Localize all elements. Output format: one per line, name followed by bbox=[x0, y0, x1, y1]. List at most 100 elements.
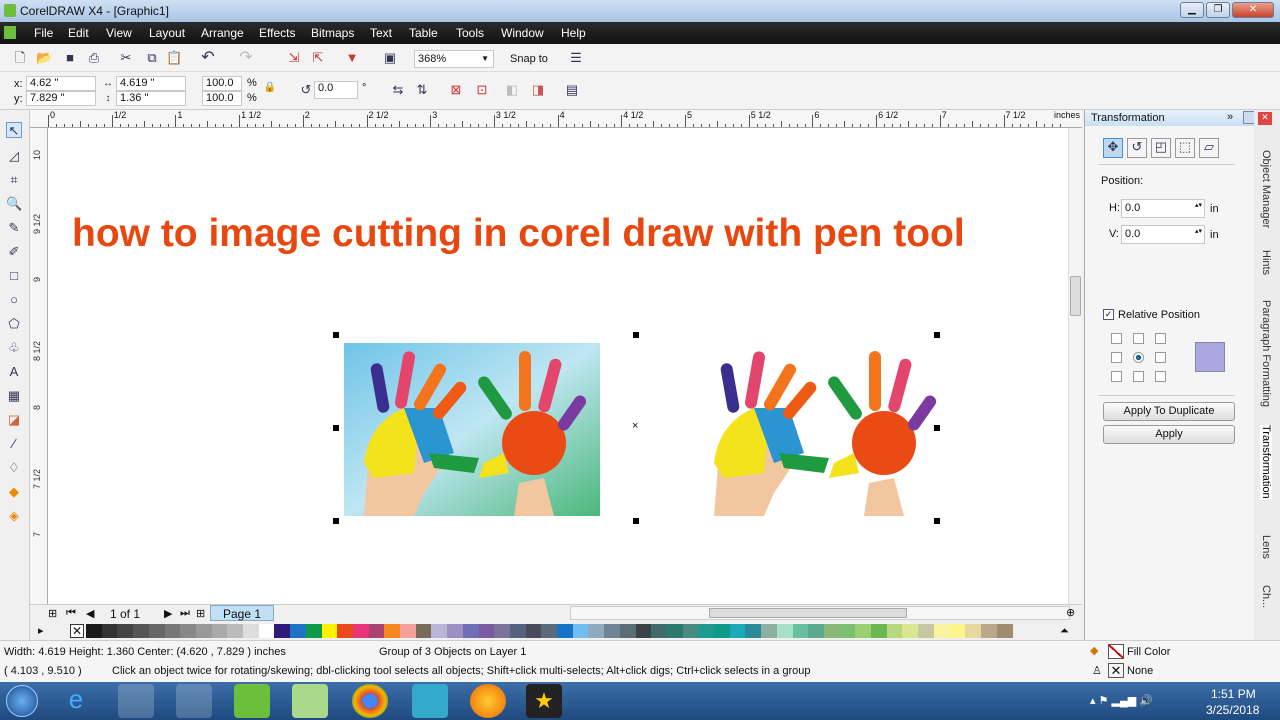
add-page-before-icon[interactable]: ⊞ bbox=[48, 607, 57, 620]
expand-icon[interactable]: » bbox=[1227, 111, 1233, 123]
color-swatch[interactable] bbox=[871, 624, 887, 638]
add-page-after-icon[interactable]: ⊞ bbox=[196, 607, 205, 620]
internet-explorer-icon[interactable]: e bbox=[58, 684, 94, 718]
prev-page-icon[interactable]: ◀ bbox=[86, 607, 94, 620]
color-swatch[interactable] bbox=[86, 624, 102, 638]
smart-fill-icon[interactable]: ✐ bbox=[6, 244, 22, 260]
color-swatch[interactable] bbox=[761, 624, 778, 638]
tab-hints[interactable]: Hints bbox=[1260, 250, 1272, 275]
open-icon[interactable]: 📂 bbox=[36, 50, 52, 66]
zoom-level-select[interactable]: 368% ▼ bbox=[414, 50, 494, 68]
welcome-icon[interactable]: ▣ bbox=[382, 50, 398, 66]
menu-table[interactable]: Table bbox=[409, 26, 438, 40]
selection-handle[interactable] bbox=[333, 332, 339, 338]
color-swatch[interactable] bbox=[996, 624, 1013, 638]
skew-mode-icon[interactable]: ▱ bbox=[1199, 138, 1219, 158]
menu-layout[interactable]: Layout bbox=[149, 26, 185, 40]
freehand-tool-icon[interactable]: ✎ bbox=[6, 220, 22, 236]
color-swatch[interactable] bbox=[384, 624, 401, 638]
selection-handle[interactable] bbox=[633, 332, 639, 338]
mirror-vertical-icon[interactable]: ⇅ bbox=[414, 82, 430, 98]
apply-to-duplicate-button[interactable]: Apply To Duplicate bbox=[1103, 402, 1235, 421]
mirror-horizontal-icon[interactable]: ⇆ bbox=[390, 82, 406, 98]
file-explorer-icon[interactable] bbox=[118, 684, 154, 718]
menu-text[interactable]: Text bbox=[370, 26, 392, 40]
color-swatch[interactable] bbox=[557, 624, 573, 638]
no-color-swatch[interactable]: ✕ bbox=[70, 624, 84, 638]
color-swatch[interactable] bbox=[745, 624, 762, 638]
anchor-checkbox[interactable] bbox=[1155, 371, 1166, 382]
copy-icon[interactable]: ⧉ bbox=[144, 50, 160, 66]
firefox-icon[interactable] bbox=[470, 684, 506, 718]
color-swatch[interactable] bbox=[478, 624, 495, 638]
tab-page-1[interactable]: Page 1 bbox=[210, 605, 274, 621]
color-swatch[interactable] bbox=[698, 624, 715, 638]
pick-tool-icon[interactable]: ↖ bbox=[6, 122, 22, 138]
color-swatch[interactable] bbox=[729, 624, 746, 638]
menu-help[interactable]: Help bbox=[561, 26, 586, 40]
color-swatch[interactable] bbox=[290, 624, 307, 638]
selection-handle[interactable] bbox=[333, 518, 339, 524]
zoom-tool-icon[interactable]: 🔍 bbox=[6, 196, 22, 212]
color-swatch[interactable] bbox=[808, 624, 825, 638]
anchor-checkbox[interactable] bbox=[1155, 352, 1166, 363]
apply-button[interactable]: Apply bbox=[1103, 425, 1235, 444]
color-swatch[interactable] bbox=[965, 624, 982, 638]
tab-object-manager[interactable]: Object Manager bbox=[1260, 150, 1272, 228]
close-docker-button[interactable]: ✕ bbox=[1258, 112, 1272, 125]
color-swatch[interactable] bbox=[509, 624, 526, 638]
ellipse-tool-icon[interactable]: ○ bbox=[6, 292, 22, 308]
color-swatch[interactable] bbox=[462, 624, 479, 638]
anchor-checkbox[interactable] bbox=[1133, 371, 1144, 382]
crop-tool-icon[interactable]: ⌗ bbox=[6, 172, 22, 188]
anchor-checkbox[interactable] bbox=[1111, 352, 1122, 363]
selection-handle[interactable] bbox=[934, 425, 940, 431]
ungroup-icon[interactable]: ⊠ bbox=[448, 82, 464, 98]
color-swatch[interactable] bbox=[400, 624, 416, 638]
anchor-checkbox[interactable] bbox=[1155, 333, 1166, 344]
polygon-tool-icon[interactable]: ⬠ bbox=[6, 316, 22, 332]
anchor-checkbox[interactable] bbox=[1111, 333, 1122, 344]
palette-scroll-icon[interactable]: ▸ bbox=[38, 624, 44, 637]
combine-icon[interactable]: ◧ bbox=[504, 82, 520, 98]
selection-handle[interactable] bbox=[333, 425, 339, 431]
color-swatch[interactable] bbox=[148, 624, 165, 638]
color-swatch[interactable] bbox=[243, 624, 259, 638]
last-page-icon[interactable]: ⏭ bbox=[180, 607, 190, 620]
cut-icon[interactable]: ✂ bbox=[118, 50, 134, 66]
horizontal-scrollbar[interactable] bbox=[570, 606, 1070, 620]
vertical-scrollbar[interactable] bbox=[1068, 128, 1082, 604]
vertical-ruler[interactable]: 10 9 1/2 9 8 1/2 8 7 1/2 7 bbox=[30, 128, 48, 604]
snipping-tool-icon[interactable] bbox=[412, 684, 448, 718]
coreldraw-icon[interactable] bbox=[292, 684, 328, 718]
color-swatch[interactable] bbox=[258, 624, 275, 638]
color-swatch[interactable] bbox=[604, 624, 621, 638]
y-position-input[interactable]: 7.829 " bbox=[26, 91, 96, 106]
relative-position-checkbox[interactable]: ✓ bbox=[1103, 309, 1114, 320]
import-icon[interactable]: ⇲ bbox=[286, 50, 302, 66]
minimize-button[interactable]: ▁ bbox=[1180, 2, 1204, 18]
anchor-center-radio[interactable] bbox=[1133, 352, 1144, 363]
color-swatch[interactable] bbox=[321, 624, 338, 638]
chrome-icon[interactable] bbox=[352, 684, 388, 718]
position-mode-icon[interactable]: ✥ bbox=[1103, 138, 1123, 158]
paste-icon[interactable]: 📋 bbox=[166, 50, 182, 66]
color-swatch[interactable] bbox=[180, 624, 197, 638]
tab-paragraph-formatting[interactable]: Paragraph Formatting bbox=[1260, 300, 1272, 407]
color-swatch[interactable] bbox=[949, 624, 966, 638]
tray-icons[interactable]: ▴ ⚑ ▂▄▆ 🔊 bbox=[1090, 694, 1153, 707]
color-swatch[interactable] bbox=[117, 624, 134, 638]
color-swatch[interactable] bbox=[902, 624, 919, 638]
scale-mode-icon[interactable]: ◰ bbox=[1151, 138, 1171, 158]
drawing-canvas[interactable]: how to image cutting in corel draw with … bbox=[48, 128, 1068, 604]
color-swatch[interactable] bbox=[431, 624, 448, 638]
rotation-input[interactable]: 0.0 bbox=[314, 81, 358, 99]
v-position-input[interactable]: 0.0 bbox=[1121, 225, 1205, 244]
scale-x-input[interactable]: 100.0 bbox=[202, 76, 242, 91]
lock-icon[interactable]: 🔒 bbox=[262, 80, 278, 96]
color-swatch[interactable] bbox=[415, 624, 432, 638]
color-swatch[interactable] bbox=[305, 624, 322, 638]
color-swatch[interactable] bbox=[933, 624, 950, 638]
menu-tools[interactable]: Tools bbox=[456, 26, 484, 40]
export-icon[interactable]: ⇱ bbox=[310, 50, 326, 66]
